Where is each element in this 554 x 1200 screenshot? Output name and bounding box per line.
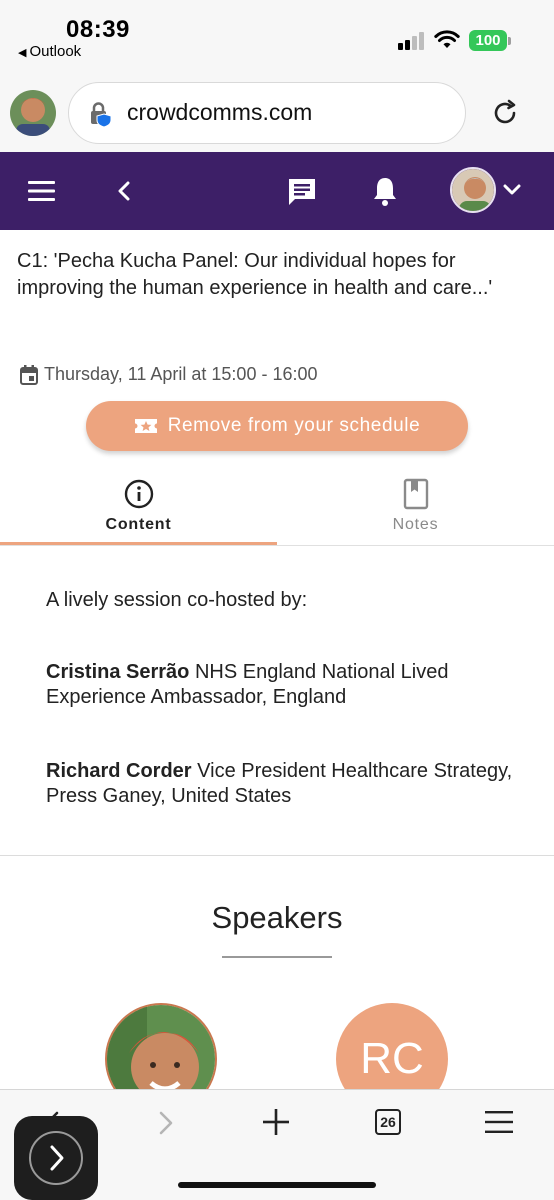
battery-icon: 100 [469, 30, 507, 51]
forward-icon[interactable] [158, 1110, 174, 1136]
back-app-label: Outlook [29, 43, 82, 60]
schedule-button-label: Remove from your schedule [167, 415, 421, 436]
info-icon [124, 479, 154, 509]
tab-content-label: Content [105, 516, 172, 533]
section-divider [0, 855, 554, 856]
wifi-icon [434, 30, 460, 48]
bell-icon[interactable] [371, 175, 399, 207]
session-title: C1: 'Pecha Kucha Panel: Our individual h… [17, 250, 493, 299]
speakers-heading: Speakers [211, 900, 343, 935]
remove-from-schedule-button[interactable]: Remove from your schedule [86, 401, 468, 451]
menu-icon[interactable] [28, 179, 55, 203]
host-entry: Cristina Serrão NHS England National Liv… [46, 660, 526, 710]
home-indicator [178, 1182, 376, 1188]
url-bar[interactable]: crowdcomms.com [68, 82, 466, 144]
signal-icon [398, 32, 426, 50]
chevron-right-icon [50, 1145, 64, 1171]
back-to-app-link[interactable]: ◀ Outlook [18, 43, 81, 60]
user-avatar[interactable] [450, 167, 496, 213]
speakers-underline [222, 956, 332, 958]
battery-tip [508, 37, 511, 45]
active-tab-indicator [0, 542, 277, 545]
app-header [0, 152, 554, 230]
menu-icon[interactable] [485, 1111, 513, 1133]
assistive-touch-button[interactable] [14, 1116, 98, 1200]
tab-content[interactable]: Content [0, 470, 277, 546]
back-triangle-icon: ◀ [18, 47, 27, 59]
back-chevron-icon[interactable] [117, 180, 131, 202]
tab-notes-label: Notes [392, 516, 439, 533]
calendar-icon [20, 364, 38, 385]
ticket-star-icon [134, 419, 157, 433]
profile-avatar[interactable] [10, 90, 56, 136]
tab-notes[interactable]: Notes [277, 470, 554, 546]
chevron-down-icon[interactable] [503, 184, 521, 196]
status-time: 08:39 [66, 16, 130, 43]
reload-icon[interactable] [490, 98, 520, 128]
new-tab-icon[interactable] [263, 1109, 289, 1135]
browser-url-row: crowdcomms.com [0, 66, 554, 152]
status-bar: 08:39 ◀ Outlook 100 [0, 0, 554, 66]
content-tabs: Content Notes [0, 470, 554, 546]
url-text: crowdcomms.com [127, 99, 313, 125]
host-entry: Richard Corder Vice President Healthcare… [46, 759, 526, 809]
lock-shield-icon [91, 102, 112, 128]
session-date-row: Thursday, 11 April at 15:00 - 16:00 [20, 364, 318, 385]
host-name: Cristina Serrão [46, 661, 190, 683]
chat-icon[interactable] [286, 176, 318, 208]
host-name: Richard Corder [46, 760, 192, 782]
tabs-icon[interactable]: 26 [375, 1109, 401, 1135]
description-intro: A lively session co-hosted by: [46, 589, 308, 611]
session-date-text: Thursday, 11 April at 15:00 - 16:00 [44, 364, 318, 384]
bookmark-icon [403, 478, 429, 510]
